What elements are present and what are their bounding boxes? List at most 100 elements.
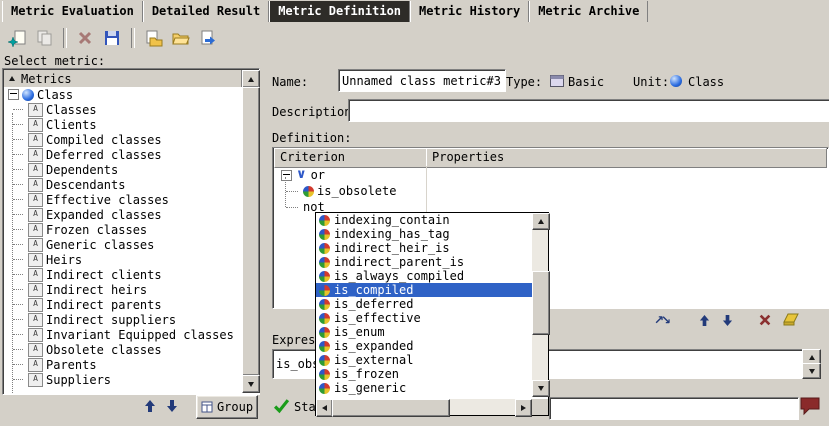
metric-name: Classes	[46, 103, 97, 117]
criterion-option[interactable]: is_generic	[316, 381, 532, 395]
metric-tree-item[interactable]: Generic classes	[13, 237, 242, 252]
dropdown-vertical-scrollbar[interactable]	[532, 213, 548, 397]
save-metric-button[interactable]	[99, 26, 125, 50]
tree-connector	[13, 289, 23, 290]
sort-ascending-icon	[9, 76, 15, 81]
duplicate-metric-button[interactable]	[31, 26, 57, 50]
comment-icon[interactable]	[799, 396, 821, 416]
criterion-option[interactable]: is_effective	[316, 311, 532, 325]
metric-tree-item[interactable]: Compiled classes	[13, 132, 242, 147]
open-metrics-file-button[interactable]	[167, 26, 193, 50]
criterion-option[interactable]: is_always_compiled	[316, 269, 532, 283]
criterion-option[interactable]: is_deferred	[316, 297, 532, 311]
scroll-down-button[interactable]	[532, 380, 550, 397]
metric-tree-item[interactable]: Invariant Equipped classes	[13, 327, 242, 342]
swap-criteria-button[interactable]: ↗↘	[646, 308, 676, 332]
clear-definition-button[interactable]	[778, 308, 804, 332]
criterion-option-label: is_generic	[334, 381, 406, 395]
metric-tree-item[interactable]: Effective classes	[13, 192, 242, 207]
move-criterion-down-button[interactable]	[716, 308, 738, 332]
move-metric-down-button[interactable]	[162, 396, 182, 416]
collapse-icon[interactable]	[8, 89, 19, 100]
metric-tree-item[interactable]: Descendants	[13, 177, 242, 192]
metric-tree-item[interactable]: Clients	[13, 117, 242, 132]
scrollbar-thumb[interactable]	[332, 399, 450, 417]
new-metric-button[interactable]	[4, 26, 30, 50]
scroll-up-button[interactable]	[532, 213, 550, 230]
metric-name: Expanded classes	[46, 208, 162, 222]
tab[interactable]: Metric Archive	[529, 1, 648, 22]
metric-name: Descendants	[46, 178, 125, 192]
remove-metric-button[interactable]	[72, 26, 98, 50]
metric-tree-item[interactable]: Obsolete classes	[13, 342, 242, 357]
tree-vertical-scrollbar[interactable]	[242, 70, 258, 393]
class-unit-icon	[22, 89, 34, 101]
criterion-option[interactable]: indirect_parent_is	[316, 255, 532, 269]
criterion-option[interactable]: indexing_has_tag	[316, 227, 532, 241]
metric-tree-item[interactable]: Heirs	[13, 252, 242, 267]
save-metric-icon	[103, 29, 121, 47]
criterion-option-label: is_external	[334, 353, 413, 367]
scroll-right-button[interactable]	[515, 399, 532, 417]
criterion-option[interactable]: is_enum	[316, 325, 532, 339]
criterion-option[interactable]: indirect_heir_is	[316, 241, 532, 255]
move-metric-up-button[interactable]	[140, 396, 160, 416]
metric-icon	[28, 103, 43, 117]
metric-tree-item[interactable]: Frozen classes	[13, 222, 242, 237]
metric-tree-item[interactable]: Indirect suppliers	[13, 312, 242, 327]
properties-column-header[interactable]: Properties	[426, 148, 827, 168]
metric-name: Indirect suppliers	[46, 313, 176, 327]
collapse-icon[interactable]	[281, 170, 292, 181]
metric-tree-item[interactable]: Dependents	[13, 162, 242, 177]
scroll-down-button[interactable]	[242, 375, 260, 393]
tab[interactable]: Metric Definition	[269, 1, 410, 22]
criterion-icon	[319, 229, 330, 240]
description-input[interactable]	[348, 99, 829, 122]
metric-tree-item[interactable]: Deferred classes	[13, 147, 242, 162]
import-metrics-button[interactable]	[140, 26, 166, 50]
metric-tree-root[interactable]: Class	[4, 87, 242, 102]
tab[interactable]: Metric History	[410, 1, 529, 22]
criterion-option[interactable]: indexing_contain	[316, 213, 532, 227]
scroll-down-icon	[248, 382, 254, 387]
dropdown-horizontal-scrollbar[interactable]	[316, 399, 532, 415]
metric-name: Clients	[46, 118, 97, 132]
metric-tree-item[interactable]: Suppliers	[13, 372, 242, 387]
tab[interactable]: Metric Evaluation	[2, 1, 143, 22]
criterion-actions: ↗↘	[646, 310, 805, 330]
tab[interactable]: Detailed Result	[143, 1, 269, 22]
metric-tree-item[interactable]: Indirect heirs	[13, 282, 242, 297]
criterion-icon	[319, 383, 330, 394]
metric-tree-item[interactable]: Classes	[13, 102, 242, 117]
metric-tree-item[interactable]: Indirect parents	[13, 297, 242, 312]
criterion-option[interactable]: is_external	[316, 353, 532, 367]
criterion-option[interactable]: is_compiled	[316, 283, 532, 297]
name-label: Name:	[272, 75, 308, 89]
metric-tree-item[interactable]: Indirect clients	[13, 267, 242, 282]
status-detail-field[interactable]	[549, 397, 799, 420]
criterion-row-or[interactable]: ∨ or	[273, 167, 828, 183]
criterion-dropdown: indexing_contain indexing_has_tag indire…	[315, 212, 549, 416]
scroll-left-button[interactable]	[316, 399, 333, 417]
scrollbar-thumb[interactable]	[242, 87, 260, 376]
name-input[interactable]	[338, 69, 506, 92]
metric-tree-item[interactable]: Parents	[13, 357, 242, 372]
metric-tree-item[interactable]: Expanded classes	[13, 207, 242, 222]
criterion-option[interactable]: is_expanded	[316, 339, 532, 353]
move-criterion-up-button[interactable]	[693, 308, 715, 332]
criterion-row-is-obsolete[interactable]: is_obsolete	[273, 183, 828, 199]
tree-column-header[interactable]: Metrics	[4, 70, 242, 88]
criterion-column-header[interactable]: Criterion	[274, 148, 433, 168]
delete-criterion-button[interactable]	[753, 308, 777, 332]
metric-icon	[28, 343, 43, 357]
metric-name: Dependents	[46, 163, 118, 177]
criterion-column-title: Criterion	[280, 150, 345, 164]
scroll-up-button[interactable]	[242, 70, 260, 88]
export-metrics-button[interactable]	[194, 26, 220, 50]
criterion-option[interactable]: is_frozen	[316, 367, 532, 381]
class-unit-icon	[670, 75, 682, 87]
group-button[interactable]: Group	[196, 395, 258, 419]
scroll-down-button[interactable]	[802, 363, 821, 379]
metric-tree-panel: Metrics Class Classes	[2, 68, 260, 395]
scrollbar-thumb[interactable]	[532, 271, 550, 335]
